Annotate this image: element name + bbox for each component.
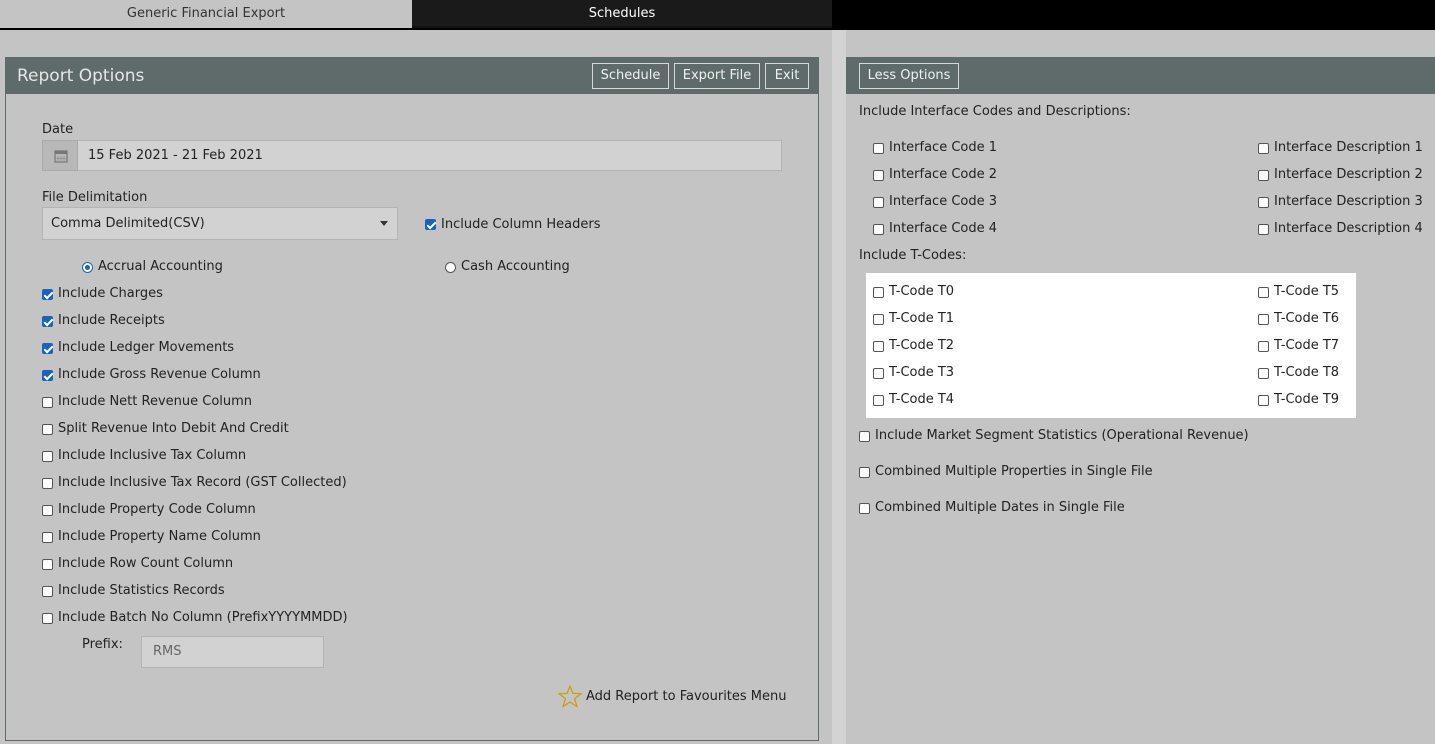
panel-title: Report Options bbox=[17, 66, 145, 86]
interface-description-2-label: Interface Description 2 bbox=[1274, 167, 1423, 182]
include-gross-revenue-column-label: Include Gross Revenue Column bbox=[58, 367, 261, 382]
t-code-t7-checkbox[interactable] bbox=[1258, 341, 1269, 352]
t-code-t8-label: T-Code T8 bbox=[1274, 365, 1340, 380]
combined-multiple-properties-in-single-file-label: Combined Multiple Properties in Single F… bbox=[875, 464, 1153, 479]
interface-description-1-checkbox[interactable] bbox=[1258, 143, 1269, 154]
t-code-t6-checkbox[interactable] bbox=[1258, 314, 1269, 325]
interface-code-2-checkbox[interactable] bbox=[873, 170, 884, 181]
caret-down-icon bbox=[380, 221, 388, 226]
t-code-t5-checkbox[interactable] bbox=[1258, 287, 1269, 298]
t-code-t5-label: T-Code T5 bbox=[1274, 284, 1340, 299]
include-receipts-checkbox[interactable] bbox=[42, 316, 53, 327]
combined-multiple-dates-in-single-file-label: Combined Multiple Dates in Single File bbox=[875, 500, 1125, 515]
prefix-label: Prefix: bbox=[82, 637, 123, 652]
interface-code-1-checkbox[interactable] bbox=[873, 143, 884, 154]
t-code-t8-checkbox[interactable] bbox=[1258, 368, 1269, 379]
t-code-t4-label: T-Code T4 bbox=[889, 392, 955, 407]
include-inclusive-tax-record-gst-collected-label: Include Inclusive Tax Record (GST Collec… bbox=[58, 475, 347, 490]
t-code-t1-label: T-Code T1 bbox=[889, 311, 955, 326]
interface-description-4-checkbox[interactable] bbox=[1258, 224, 1269, 235]
include-ledger-movements-checkbox[interactable] bbox=[42, 343, 53, 354]
include-nett-revenue-column-checkbox[interactable] bbox=[42, 397, 53, 408]
include-charges-label: Include Charges bbox=[58, 286, 163, 301]
include-inclusive-tax-record-gst-collected-checkbox[interactable] bbox=[42, 478, 53, 489]
interface-code-3-label: Interface Code 3 bbox=[889, 194, 998, 209]
include-row-count-column-label: Include Row Count Column bbox=[58, 556, 234, 571]
include-gross-revenue-column-checkbox[interactable] bbox=[42, 370, 53, 381]
t-code-t3-label: T-Code T3 bbox=[889, 365, 955, 380]
t-code-t7-label: T-Code T7 bbox=[1274, 338, 1340, 353]
t-code-t6-label: T-Code T6 bbox=[1274, 311, 1340, 326]
schedule-button[interactable]: Schedule bbox=[592, 63, 669, 89]
t-code-t9-checkbox[interactable] bbox=[1258, 395, 1269, 406]
include-inclusive-tax-column-checkbox[interactable] bbox=[42, 451, 53, 462]
combined-multiple-dates-in-single-file-checkbox[interactable] bbox=[859, 503, 870, 514]
calendar-icon bbox=[54, 150, 68, 163]
cash-accounting-label: Cash Accounting bbox=[461, 259, 570, 274]
include-column-headers-label: Include Column Headers bbox=[441, 217, 601, 232]
interface-code-4-label: Interface Code 4 bbox=[889, 221, 998, 236]
include-statistics-records-checkbox[interactable] bbox=[42, 586, 53, 597]
pane-divider[interactable] bbox=[832, 30, 846, 744]
include-charges-checkbox[interactable] bbox=[42, 289, 53, 300]
t-code-t0-label: T-Code T0 bbox=[889, 284, 955, 299]
interface-code-3-checkbox[interactable] bbox=[873, 197, 884, 208]
interface-code-4-checkbox[interactable] bbox=[873, 224, 884, 235]
t-code-t0-checkbox[interactable] bbox=[873, 287, 884, 298]
tcodes-heading: Include T-Codes: bbox=[859, 248, 967, 263]
exit-button[interactable]: Exit bbox=[765, 63, 809, 89]
interface-heading: Include Interface Codes and Descriptions… bbox=[859, 104, 1131, 119]
include-column-headers-checkbox[interactable] bbox=[425, 219, 436, 230]
t-code-t9-label: T-Code T9 bbox=[1274, 392, 1340, 407]
split-revenue-into-debit-and-credit-label: Split Revenue Into Debit And Credit bbox=[58, 421, 289, 436]
file-delimitation-value: Comma Delimited(CSV) bbox=[51, 216, 205, 231]
include-row-count-column-checkbox[interactable] bbox=[42, 559, 53, 570]
include-property-name-column-label: Include Property Name Column bbox=[58, 529, 261, 544]
t-code-t3-checkbox[interactable] bbox=[873, 368, 884, 379]
combined-multiple-properties-in-single-file-checkbox[interactable] bbox=[859, 467, 870, 478]
include-receipts-label: Include Receipts bbox=[58, 313, 165, 328]
date-range-value: 15 Feb 2021 - 21 Feb 2021 bbox=[88, 148, 263, 163]
t-code-t1-checkbox[interactable] bbox=[873, 314, 884, 325]
include-property-name-column-checkbox[interactable] bbox=[42, 532, 53, 543]
interface-description-3-checkbox[interactable] bbox=[1258, 197, 1269, 208]
interface-code-1-label: Interface Code 1 bbox=[889, 140, 998, 155]
cash-accounting-radio[interactable] bbox=[445, 262, 456, 273]
tab-schedules[interactable]: Schedules bbox=[412, 0, 832, 28]
star-outline-icon[interactable] bbox=[558, 685, 582, 708]
include-batch-no-column-prefixyyyymmdd-checkbox[interactable] bbox=[42, 613, 53, 624]
include-inclusive-tax-column-label: Include Inclusive Tax Column bbox=[58, 448, 247, 463]
interface-code-2-label: Interface Code 2 bbox=[889, 167, 998, 182]
include-market-segment-statistics-operational-revenue-label: Include Market Segment Statistics (Opera… bbox=[875, 428, 1249, 443]
tab-generic-financial-export[interactable]: Generic Financial Export bbox=[0, 0, 412, 28]
split-revenue-into-debit-and-credit-checkbox[interactable] bbox=[42, 424, 53, 435]
include-statistics-records-label: Include Statistics Records bbox=[58, 583, 225, 598]
interface-description-1-label: Interface Description 1 bbox=[1274, 140, 1423, 155]
include-property-code-column-label: Include Property Code Column bbox=[58, 502, 256, 517]
file-delimitation-label: File Delimitation bbox=[42, 190, 148, 205]
interface-description-2-checkbox[interactable] bbox=[1258, 170, 1269, 181]
accrual-accounting-label: Accrual Accounting bbox=[98, 259, 223, 274]
t-code-t2-label: T-Code T2 bbox=[889, 338, 955, 353]
export-file-button[interactable]: Export File bbox=[674, 63, 760, 89]
less-options-button[interactable]: Less Options bbox=[859, 63, 959, 89]
date-label: Date bbox=[42, 122, 74, 137]
interface-description-4-label: Interface Description 4 bbox=[1274, 221, 1423, 236]
interface-description-3-label: Interface Description 3 bbox=[1274, 194, 1423, 209]
include-market-segment-statistics-operational-revenue-checkbox[interactable] bbox=[859, 431, 870, 442]
include-ledger-movements-label: Include Ledger Movements bbox=[58, 340, 235, 355]
accrual-accounting-radio[interactable] bbox=[82, 262, 93, 273]
include-batch-no-column-prefixyyyymmdd-label: Include Batch No Column (PrefixYYYYMMDD) bbox=[58, 610, 348, 625]
include-nett-revenue-column-label: Include Nett Revenue Column bbox=[58, 394, 253, 409]
add-to-favourites-link[interactable]: Add Report to Favourites Menu bbox=[586, 689, 787, 704]
date-icon-box[interactable] bbox=[42, 140, 78, 171]
t-code-t2-checkbox[interactable] bbox=[873, 341, 884, 352]
t-code-t4-checkbox[interactable] bbox=[873, 395, 884, 406]
prefix-input[interactable]: RMS bbox=[141, 636, 324, 668]
include-property-code-column-checkbox[interactable] bbox=[42, 505, 53, 516]
